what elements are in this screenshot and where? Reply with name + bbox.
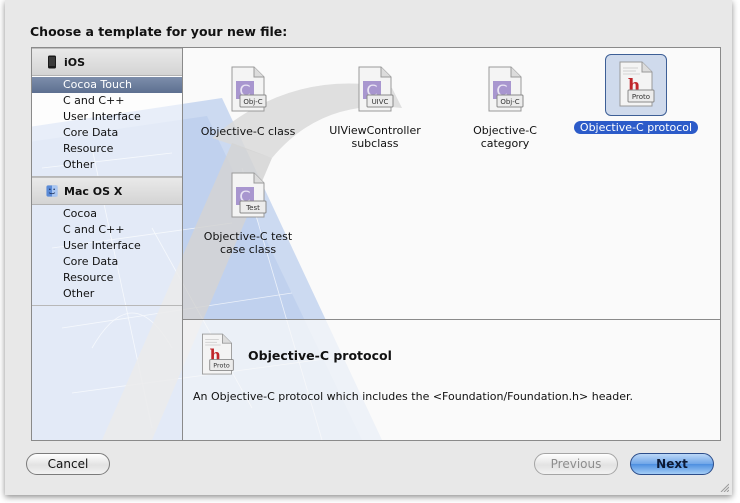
sidebar-group-label: Mac OS X [64,184,123,198]
detail-description: An Objective-C protocol which includes t… [193,390,633,403]
template-icon-wrap: C Test [218,166,278,226]
detail-title: Objective-C protocol [248,348,392,363]
template-objective-c-class[interactable]: C Obj-C Objective-C class [178,60,318,139]
template-label: Objective-C class [200,125,296,138]
template-icon-wrap: C Obj-C [218,60,278,120]
template-chooser-panel: iOS Cocoa Touch C and C++ User Interface… [31,47,721,441]
svg-text:Test: Test [245,204,260,212]
new-file-dialog: Choose a template for your new file: iOS… [5,0,732,495]
protocol-header-file-icon: h Proto [619,61,655,107]
cancel-button[interactable]: Cancel [26,453,110,475]
sidebar-item-mac-other[interactable]: Other [32,286,182,302]
sidebar-group-macosx: Mac OS X [32,177,182,205]
template-label: UIViewController subclass [329,124,421,150]
resize-grip-icon[interactable] [719,482,729,492]
sidebar-item-mac-cocoa[interactable]: Cocoa [32,206,182,222]
objc-file-icon: C Obj-C [231,66,267,112]
sidebar-item-ios-c-and-cpp[interactable]: C and C++ [32,93,182,109]
template-icon-wrap: h Proto [605,54,667,116]
sidebar-item-mac-user-interface[interactable]: User Interface [32,238,182,254]
previous-button[interactable]: Previous [534,453,618,475]
template-uiviewcontroller-subclass[interactable]: C UIVC UIViewController subclass [305,60,445,151]
protocol-header-file-icon: h Proto [202,333,234,375]
next-button[interactable]: Next [630,453,714,475]
sidebar-item-ios-user-interface[interactable]: User Interface [32,109,182,125]
svg-text:UIVC: UIVC [372,98,389,106]
template-label: Objective-C test case class [203,230,293,256]
svg-text:Obj-C: Obj-C [500,98,519,106]
svg-text:Obj-C: Obj-C [243,98,262,106]
objc-category-file-icon: C Obj-C [488,66,524,112]
template-grid: C Obj-C Objective-C class C UIVC UIViewC… [183,48,720,318]
sidebar-item-ios-other[interactable]: Other [32,157,182,173]
sidebar-item-ios-core-data[interactable]: Core Data [32,125,182,141]
sidebar-item-mac-resource[interactable]: Resource [32,270,182,286]
template-category-sidebar: iOS Cocoa Touch C and C++ User Interface… [32,48,183,440]
template-icon-wrap: C UIVC [345,60,405,120]
sidebar-group-label: iOS [64,55,86,69]
sidebar-item-mac-core-data[interactable]: Core Data [32,254,182,270]
template-objective-c-category[interactable]: C Obj-C Objective-C category [435,60,575,151]
template-icon-wrap: C Obj-C [475,60,535,120]
iphone-icon [48,55,56,69]
test-file-icon: C Test [231,172,267,218]
svg-text:Proto: Proto [632,93,650,101]
sidebar-group-ios: iOS [32,48,182,76]
dialog-prompt: Choose a template for your new file: [30,24,288,39]
sidebar-item-ios-resource[interactable]: Resource [32,141,182,157]
sidebar-item-ios-cocoa-touch[interactable]: Cocoa Touch [32,77,182,93]
uivc-file-icon: C UIVC [358,66,394,112]
finder-icon [46,185,58,197]
template-detail-pane: h Proto Objective-C protocol An Objectiv… [183,319,720,440]
template-objective-c-protocol[interactable]: h Proto Objective-C protocol [566,54,706,135]
svg-text:Proto: Proto [213,363,230,370]
template-objective-c-test-case-class[interactable]: C Test Objective-C test case class [178,166,318,257]
template-label: Objective-C category [473,124,537,150]
template-label: Objective-C protocol [573,121,699,134]
sidebar-item-mac-c-and-cpp[interactable]: C and C++ [32,222,182,238]
